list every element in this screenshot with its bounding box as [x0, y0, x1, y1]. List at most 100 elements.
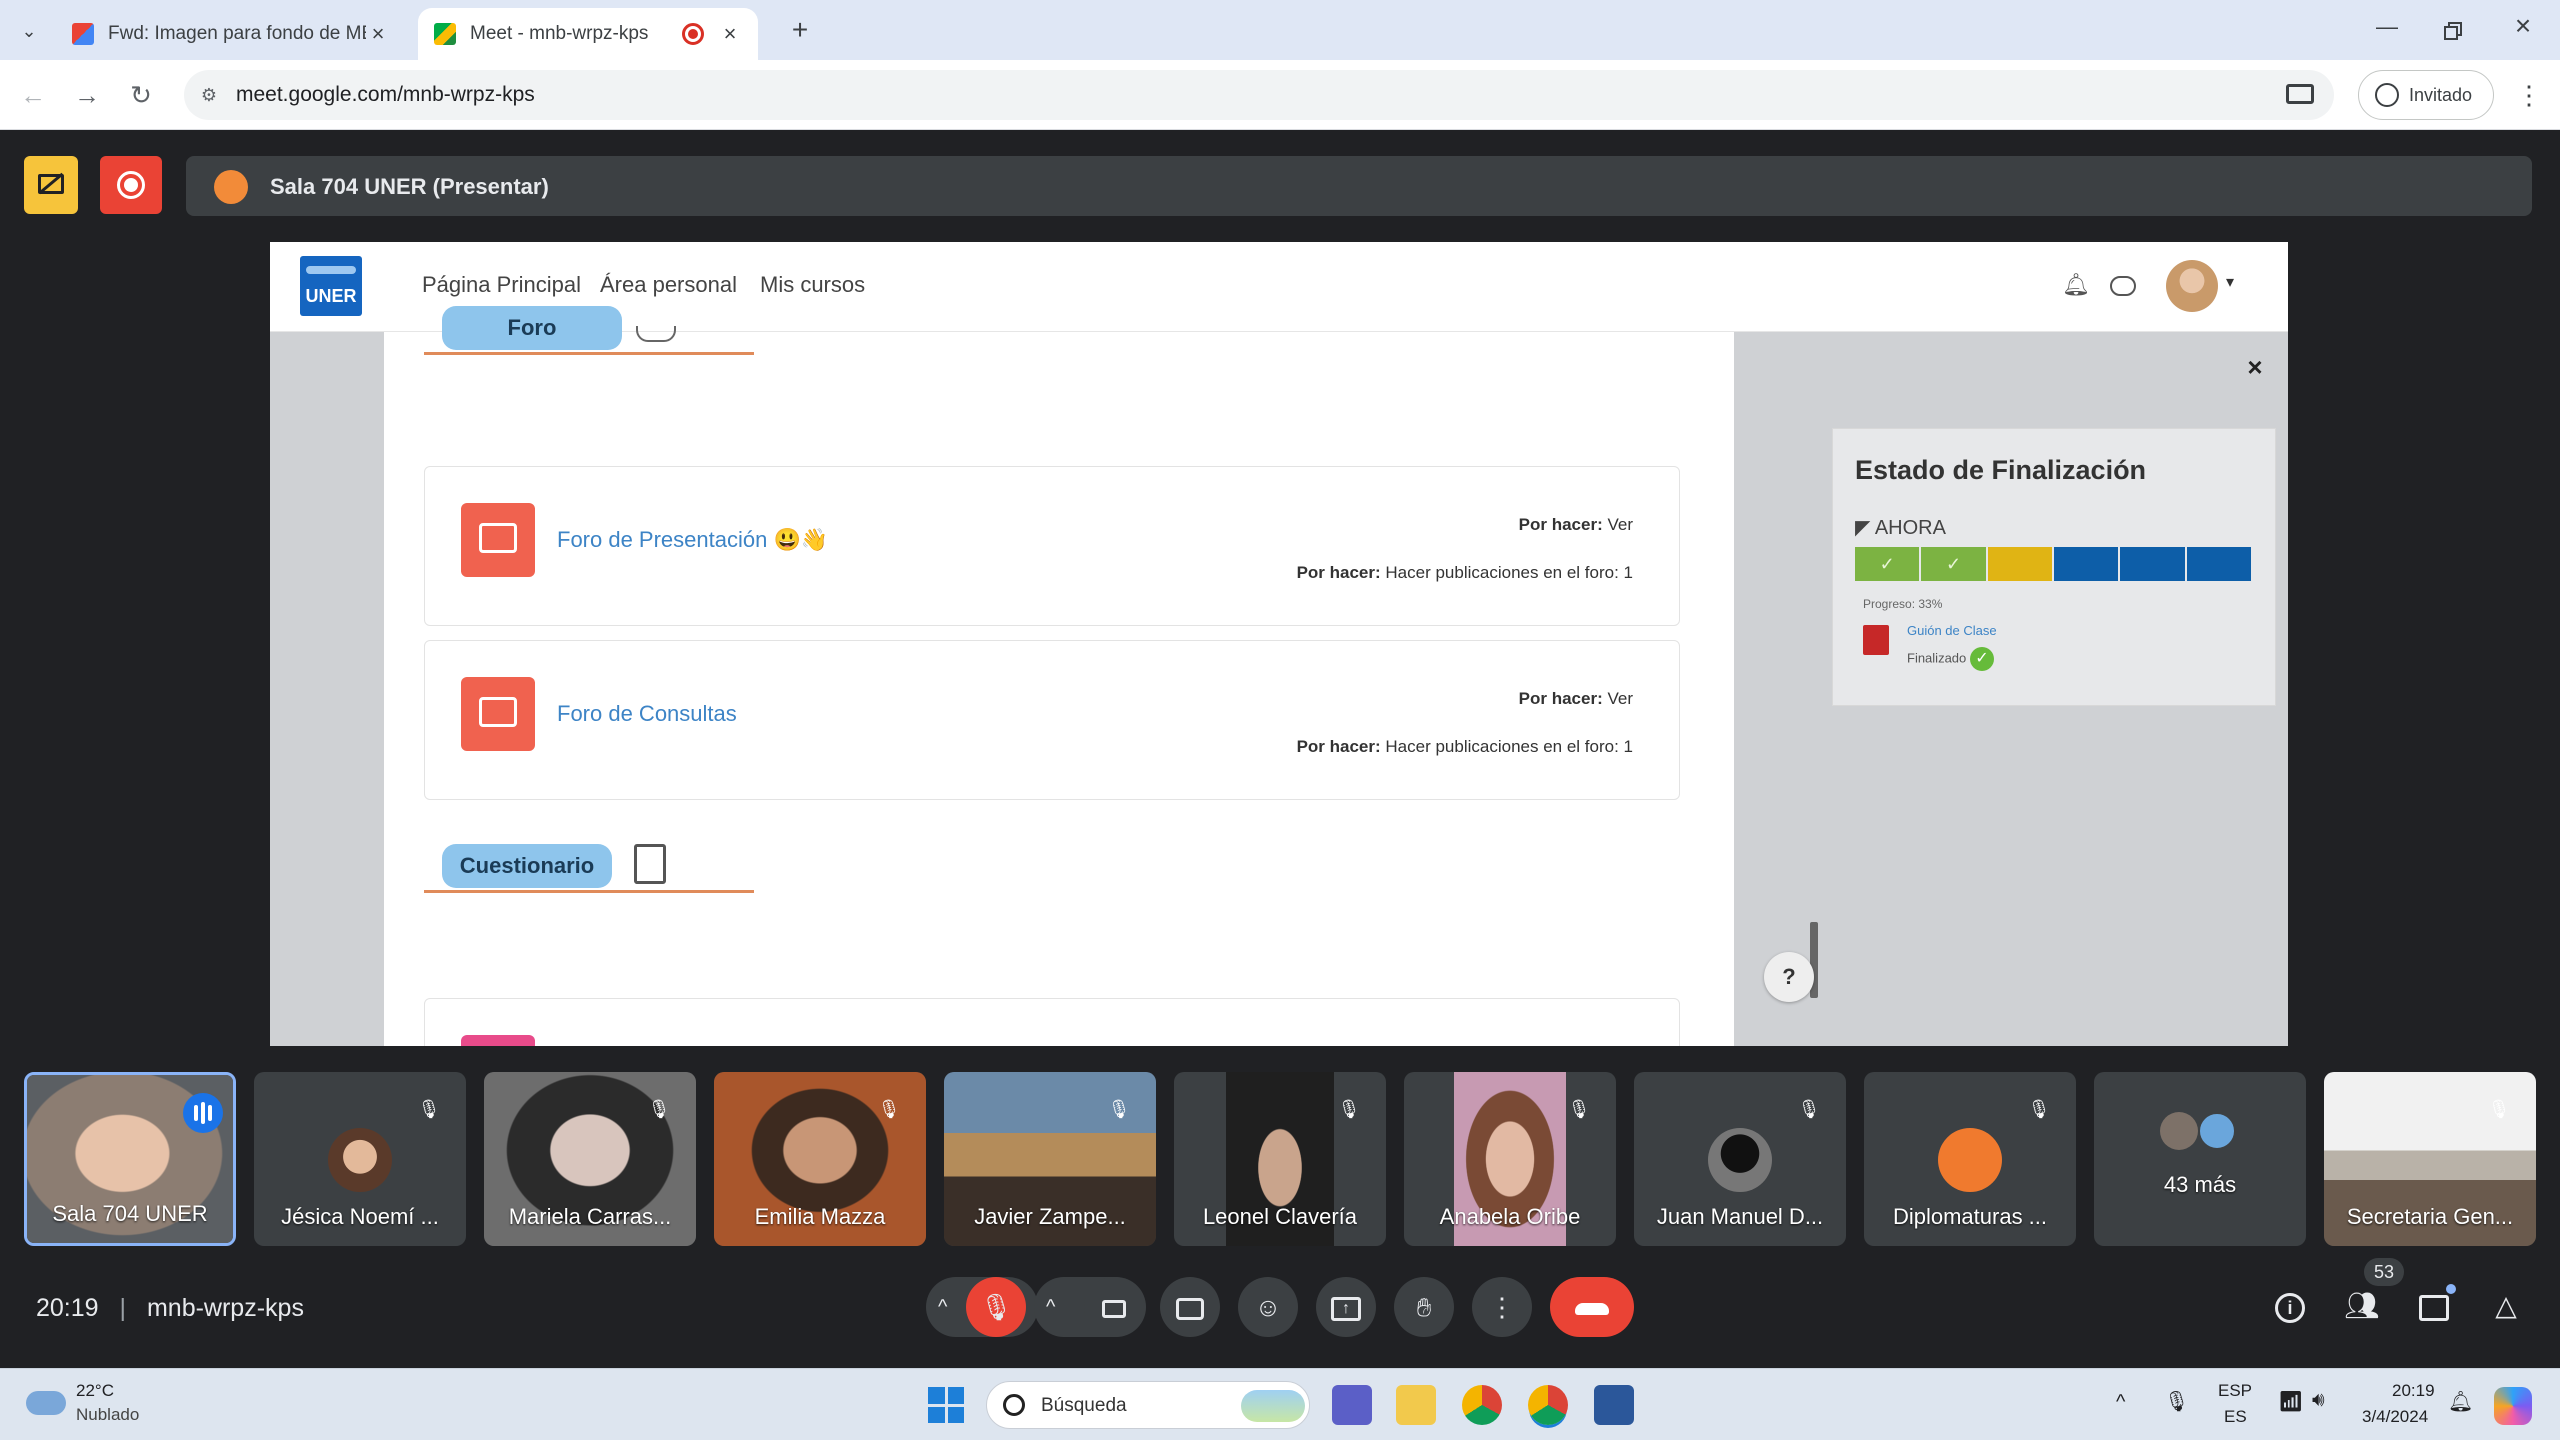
teams-icon[interactable]	[1332, 1385, 1372, 1425]
participant-tile[interactable]: 🎙︎ Jésica Noemí ...	[254, 1072, 466, 1246]
participant-tile[interactable]: 🎙︎ Anabela Oribe	[1404, 1072, 1616, 1246]
progress-segment	[2120, 547, 2185, 581]
participant-tile[interactable]: 🎙︎ Juan Manuel D...	[1634, 1072, 1846, 1246]
participant-tile[interactable]: 🎙︎ Emilia Mazza	[714, 1072, 926, 1246]
chat-bubble-icon[interactable]	[2110, 276, 2136, 296]
chevron-up-icon[interactable]: ^	[2116, 1391, 2125, 1414]
tab-gmail[interactable]: Fwd: Imagen para fondo de ME ×	[56, 8, 406, 60]
tab-search-chevron-icon[interactable]: ⌄	[14, 16, 44, 46]
presenter-avatar	[214, 170, 248, 204]
close-window-icon[interactable]: ×	[2508, 10, 2538, 46]
clock-date[interactable]: 3/4/2024	[2362, 1407, 2428, 1427]
notification-bell-icon[interactable]: 🔔︎	[2448, 1389, 2473, 1414]
people-icon[interactable]: 👥︎	[2336, 1280, 2388, 1332]
activity-foro-consultas[interactable]: Foro de Consultas Por hacer: Ver Por hac…	[424, 640, 1680, 800]
meeting-time-and-code: 20:19 | mnb-wrpz-kps	[36, 1294, 304, 1322]
restore-icon[interactable]	[2440, 16, 2470, 46]
reload-icon[interactable]: ↻	[122, 76, 160, 114]
meeting-code: mnb-wrpz-kps	[146, 1294, 304, 1322]
progress-segment	[2053, 547, 2119, 581]
copilot-icon[interactable]	[2494, 1387, 2532, 1425]
completion-status-block: Estado de Finalización ◤ AHORA ✓ ✓ Progre…	[1832, 428, 2276, 706]
participant-tile[interactable]: 🎙︎ Diplomaturas ...	[1864, 1072, 2076, 1246]
nav-pagina-principal[interactable]: Página Principal	[422, 272, 581, 298]
stop-presenting-icon[interactable]	[24, 156, 78, 214]
search-highlight-icon	[1241, 1390, 1305, 1422]
activity-name[interactable]: Foro de Consultas	[557, 701, 737, 727]
volume-icon[interactable]: 🔊︎	[2312, 1389, 2325, 1412]
chevron-down-icon[interactable]: ▾	[2226, 272, 2246, 296]
lang-top[interactable]: ESP	[2218, 1381, 2252, 1401]
new-tab-button[interactable]: +	[782, 12, 818, 48]
participant-tile[interactable]: 🎙︎ Javier Zampe...	[944, 1072, 1156, 1246]
clock-time[interactable]: 20:19	[2392, 1381, 2435, 1401]
activity-foro-presentacion[interactable]: Foro de Presentación 😃👋 Por hacer: Ver P…	[424, 466, 1680, 626]
reactions-button[interactable]: ☺	[1238, 1277, 1298, 1337]
meeting-info-icon[interactable]: i	[2264, 1280, 2316, 1332]
file-explorer-icon[interactable]	[1396, 1385, 1436, 1425]
minimize-icon[interactable]: —	[2372, 14, 2402, 44]
activity-name[interactable]: Foro de Presentación 😃👋	[557, 527, 828, 553]
microphone-icon[interactable]: 🎙︎	[2164, 1389, 2189, 1414]
bell-icon[interactable]: 🔔︎	[2062, 272, 2090, 300]
present-screen-button[interactable]: ↑	[1316, 1277, 1376, 1337]
lang-bottom[interactable]: ES	[2224, 1407, 2247, 1427]
close-drawer-icon[interactable]: ×	[2242, 352, 2268, 382]
participant-avatar	[328, 1128, 392, 1192]
raise-hand-button[interactable]: ✋︎	[1394, 1277, 1454, 1337]
todo-ver: Por hacer: Ver	[1518, 689, 1633, 708]
nav-mis-cursos[interactable]: Mis cursos	[760, 272, 865, 298]
taskbar-search[interactable]: Búsqueda	[986, 1381, 1310, 1429]
chat-icon[interactable]	[2408, 1280, 2460, 1332]
participant-tile[interactable]: 🎙︎ Secretaria Gen...	[2324, 1072, 2536, 1246]
camera-toggle-button[interactable]	[1084, 1277, 1144, 1337]
participant-tile[interactable]: 🎙︎ Leonel Clavería	[1174, 1072, 1386, 1246]
browser-toolbar: ← → ↻ ⚙ meet.google.com/mnb-wrpz-kps Inv…	[0, 60, 2560, 130]
pdf-icon	[1863, 625, 1889, 655]
participant-tile[interactable]: 🎙︎ Mariela Carras...	[484, 1072, 696, 1246]
address-bar[interactable]: ⚙ meet.google.com/mnb-wrpz-kps	[184, 70, 2334, 120]
forward-arrow-icon[interactable]: →	[68, 76, 106, 114]
participant-name: Jésica Noemí ...	[281, 1204, 439, 1229]
mic-toggle-button[interactable]: 🎙︎	[966, 1277, 1026, 1337]
camera-in-use-icon[interactable]	[2286, 84, 2314, 104]
forum-icon	[461, 503, 535, 577]
section-foro-tag: Foro	[442, 306, 622, 350]
more-participants-tile[interactable]: 43 más	[2094, 1072, 2306, 1246]
back-arrow-icon[interactable]: ←	[14, 76, 52, 114]
user-avatar[interactable]	[2166, 260, 2218, 312]
recording-icon	[682, 23, 704, 45]
tab-meet[interactable]: Meet - mnb-wrpz-kps ×	[418, 8, 758, 60]
notification-dot	[2446, 1284, 2456, 1294]
participant-name: Anabela Oribe	[1439, 1204, 1581, 1229]
leave-call-button[interactable]	[1550, 1277, 1634, 1337]
close-icon[interactable]: ×	[366, 21, 390, 47]
windows-start-icon[interactable]	[928, 1387, 964, 1423]
search-icon	[1003, 1394, 1025, 1416]
weather-desc[interactable]: Nublado	[76, 1405, 139, 1425]
participant-tile-sala-704[interactable]: Sala 704 UNER	[24, 1072, 236, 1246]
url-text[interactable]: meet.google.com/mnb-wrpz-kps	[236, 83, 535, 107]
more-options-button[interactable]: ⋮	[1472, 1277, 1532, 1337]
completion-item-link[interactable]: Guión de Clase	[1907, 623, 1997, 638]
captions-button[interactable]	[1160, 1277, 1220, 1337]
word-icon[interactable]	[1594, 1385, 1634, 1425]
mic-off-icon: 🎙︎	[417, 1099, 441, 1119]
shared-screen: UNER Página Principal Área personal Mis …	[270, 242, 2288, 1046]
activities-icon[interactable]: △	[2480, 1280, 2532, 1332]
presenter-label: Sala 704 UNER (Presentar)	[270, 174, 549, 199]
chrome-active-icon[interactable]	[1528, 1385, 1568, 1425]
recording-button[interactable]	[100, 156, 162, 214]
site-settings-icon[interactable]: ⚙	[196, 82, 222, 108]
activity-next[interactable]	[424, 998, 1680, 1046]
progress-segment	[2186, 547, 2251, 581]
nav-area-personal[interactable]: Área personal	[600, 272, 737, 298]
chrome-icon[interactable]	[1462, 1385, 1502, 1425]
browser-menu-icon[interactable]: ⋮	[2514, 78, 2544, 112]
wifi-icon[interactable]: 📶︎	[2278, 1389, 2303, 1414]
profile-button[interactable]: Invitado	[2358, 70, 2494, 120]
course-column: Foro Foro de Presentación 😃👋 Por hacer: …	[384, 306, 1734, 1046]
weather-temp[interactable]: 22°C	[76, 1381, 114, 1401]
help-button[interactable]: ?	[1764, 952, 1814, 1002]
close-icon[interactable]: ×	[718, 21, 742, 47]
